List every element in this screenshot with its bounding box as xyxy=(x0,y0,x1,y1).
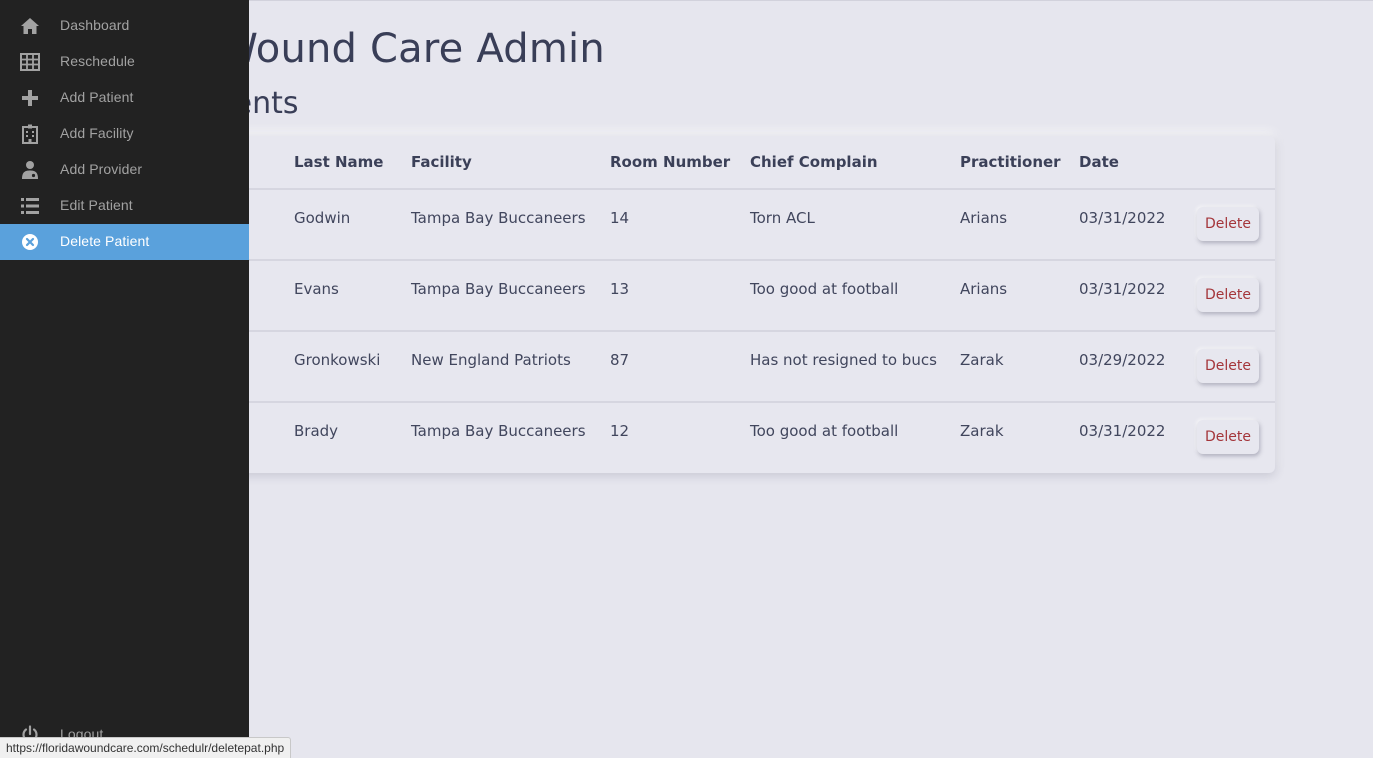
header-date: Date xyxy=(1079,136,1197,190)
cell-action: Delete xyxy=(1197,260,1275,332)
delete-button[interactable]: Delete xyxy=(1197,207,1259,241)
sidebar-item-label: Add Patient xyxy=(60,89,134,105)
cell-last-name: Gronkowski xyxy=(294,331,411,403)
sidebar-item-add-facility[interactable]: Add Facility xyxy=(0,116,249,152)
cell-practitioner: Zarak xyxy=(960,331,1079,403)
cell-chief-complain: Torn ACL xyxy=(750,189,960,261)
cell-room-number: 87 xyxy=(610,331,750,403)
cell-chief-complain: Too good at football xyxy=(750,422,899,440)
cell-room-number: 12 xyxy=(610,422,630,440)
cell-room-number: 14 xyxy=(610,189,750,261)
sidebar-item-label: Add Facility xyxy=(60,125,134,141)
sidebar-item-label: Reschedule xyxy=(60,53,135,69)
hospital-icon xyxy=(20,124,40,144)
cell-last-name: Godwin xyxy=(294,189,411,261)
header-room-number: Room Number xyxy=(610,136,750,190)
list-icon xyxy=(20,196,40,216)
delete-button[interactable]: Delete xyxy=(1197,420,1259,454)
cell-chief-complain: Too good at football xyxy=(750,260,960,332)
cell-last-name: Brady xyxy=(294,422,339,440)
sidebar-item-add-patient[interactable]: Add Patient xyxy=(0,80,249,116)
sidebar-item-add-provider[interactable]: Add Provider xyxy=(0,152,249,188)
sidebar-item-label: Edit Patient xyxy=(60,197,133,213)
cell-facility: Tampa Bay Buccaneers xyxy=(411,189,610,261)
delete-button[interactable]: Delete xyxy=(1197,278,1259,312)
cell-date: 03/29/2022 xyxy=(1079,331,1197,403)
cell-action: Delete xyxy=(1197,189,1275,261)
sidebar-item-label: Delete Patient xyxy=(60,233,150,249)
header-action xyxy=(1197,136,1275,190)
header-practitioner: Practitioner xyxy=(960,136,1079,190)
sidebar-item-dashboard[interactable]: Dashboard xyxy=(0,8,249,44)
sidebar-item-delete-patient[interactable]: Delete Patient xyxy=(0,224,249,260)
sidebar-item-reschedule[interactable]: Reschedule xyxy=(0,44,249,80)
home-icon xyxy=(20,16,40,36)
table-icon xyxy=(20,52,40,72)
sidebar-item-edit-patient[interactable]: Edit Patient xyxy=(0,188,249,224)
sidebar-item-label: Add Provider xyxy=(60,161,143,177)
times-circle-icon xyxy=(20,232,40,252)
user-md-icon xyxy=(20,160,40,180)
sidebar: Dashboard Reschedule Add Patient Add Fac… xyxy=(0,0,249,758)
status-bar-url: https://floridawoundcare.com/schedulr/de… xyxy=(0,737,292,758)
header-chief-complain: Chief Complain xyxy=(750,136,960,190)
cell-last-name: Evans xyxy=(294,260,411,332)
cell-practitioner: Zarak xyxy=(960,422,1004,440)
cell-action: Delete xyxy=(1197,402,1275,473)
cell-date: 03/31/2022 xyxy=(1079,260,1197,332)
cell-room-number: 13 xyxy=(610,260,750,332)
cell-facility: New England Patriots xyxy=(411,331,610,403)
cell-date: 03/31/2022 xyxy=(1079,422,1166,440)
cell-facility: Tampa Bay Buccaneers xyxy=(411,422,586,440)
cell-date: 03/31/2022 xyxy=(1079,189,1197,261)
sidebar-item-label: Dashboard xyxy=(60,17,130,33)
delete-button[interactable]: Delete xyxy=(1197,349,1259,383)
cell-practitioner: Arians xyxy=(960,189,1079,261)
header-last-name: Last Name xyxy=(294,136,411,190)
cell-chief-complain: Has not resigned to bucs xyxy=(750,331,960,403)
plus-icon xyxy=(20,88,40,108)
cell-facility: Tampa Bay Buccaneers xyxy=(411,260,610,332)
header-facility: Facility xyxy=(411,136,610,190)
cell-action: Delete xyxy=(1197,331,1275,403)
cell-practitioner: Arians xyxy=(960,260,1079,332)
